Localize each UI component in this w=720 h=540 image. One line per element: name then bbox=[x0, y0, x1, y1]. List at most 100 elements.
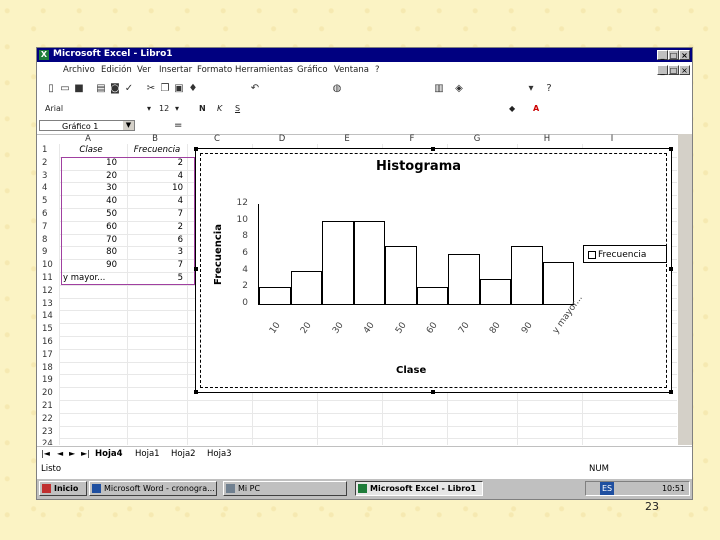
clock[interactable]: 10:51 bbox=[662, 484, 685, 493]
cut-icon[interactable]: ✂ bbox=[145, 83, 157, 95]
font-name-select[interactable]: Arial bbox=[45, 103, 145, 115]
column-header[interactable]: A bbox=[59, 134, 117, 144]
tab-hoja1[interactable]: Hoja1 bbox=[135, 449, 160, 459]
dropdown-icon[interactable]: ▾ bbox=[525, 83, 537, 95]
resize-handle[interactable] bbox=[194, 147, 198, 151]
y-tick-label: 12 bbox=[236, 198, 248, 208]
doc-minimize-button[interactable]: _ bbox=[657, 65, 668, 75]
word-icon bbox=[92, 484, 101, 493]
table-header-cell[interactable]: Frecuencia bbox=[129, 144, 185, 157]
formula-bar: Gráfico 1 ▼ = bbox=[37, 118, 692, 135]
font-size-arrow-icon[interactable]: ▾ bbox=[175, 103, 183, 115]
plot-area[interactable] bbox=[258, 204, 574, 305]
resize-handle[interactable] bbox=[431, 147, 435, 151]
histogram-bar[interactable] bbox=[353, 220, 385, 304]
resize-handle[interactable] bbox=[669, 147, 673, 151]
map-icon[interactable]: ◈ bbox=[453, 83, 465, 95]
spelling-icon[interactable]: ✓ bbox=[123, 83, 135, 95]
histogram-bar[interactable] bbox=[479, 279, 511, 304]
fill-color-icon[interactable]: ◆ bbox=[509, 103, 515, 115]
chart-title[interactable]: Histograma bbox=[376, 159, 461, 174]
name-box[interactable]: Gráfico 1 ▼ bbox=[39, 120, 135, 131]
web-icon[interactable]: ◍ bbox=[331, 83, 343, 95]
histogram-bar[interactable] bbox=[322, 220, 354, 304]
y-tick-label: 4 bbox=[242, 264, 248, 275]
column-header[interactable]: D bbox=[252, 134, 312, 144]
name-box-arrow-icon[interactable]: ▼ bbox=[123, 121, 134, 130]
next-sheet-button[interactable]: ► bbox=[69, 449, 75, 458]
save-icon[interactable]: ■ bbox=[73, 83, 85, 95]
bold-button[interactable]: N bbox=[199, 103, 206, 115]
last-sheet-button[interactable]: ►| bbox=[81, 449, 90, 458]
new-icon[interactable]: ▯ bbox=[45, 83, 57, 95]
column-header[interactable]: G bbox=[447, 134, 507, 144]
language-indicator[interactable]: ES bbox=[600, 482, 615, 495]
histogram-bar[interactable] bbox=[542, 262, 574, 304]
taskbar-mipc-button[interactable]: Mi PC bbox=[223, 481, 347, 496]
undo-icon[interactable]: ↶ bbox=[249, 83, 261, 95]
excel-icon bbox=[358, 484, 367, 493]
taskbar-excel-button[interactable]: Microsoft Excel - Libro1 bbox=[355, 481, 483, 496]
open-icon[interactable]: ▭ bbox=[59, 83, 71, 95]
menu-archivo[interactable]: Archivo bbox=[63, 65, 95, 75]
italic-button[interactable]: K bbox=[217, 103, 222, 115]
font-size-select[interactable]: 12 bbox=[159, 103, 173, 115]
copy-icon[interactable]: ❐ bbox=[159, 83, 171, 95]
paste-icon[interactable]: ▣ bbox=[173, 83, 185, 95]
help-icon[interactable]: ? bbox=[543, 83, 555, 95]
taskbar-word-button[interactable]: Microsoft Word - cronogra... bbox=[89, 481, 217, 496]
column-header[interactable]: H bbox=[517, 134, 577, 144]
menu-help[interactable]: ? bbox=[375, 65, 380, 75]
legend[interactable]: Frecuencia bbox=[583, 245, 667, 263]
menu-grafico[interactable]: Gráfico bbox=[297, 65, 328, 75]
column-header[interactable]: C bbox=[187, 134, 247, 144]
histogram-bar[interactable] bbox=[259, 287, 291, 304]
font-name-arrow-icon[interactable]: ▾ bbox=[147, 103, 155, 115]
menu-ventana[interactable]: Ventana bbox=[334, 65, 369, 75]
vertical-scrollbar[interactable] bbox=[678, 134, 692, 445]
menu-insertar[interactable]: Insertar bbox=[159, 65, 192, 75]
doc-close-button[interactable]: × bbox=[679, 65, 690, 75]
prev-sheet-button[interactable]: ◄ bbox=[57, 449, 63, 458]
resize-handle[interactable] bbox=[669, 390, 673, 394]
format-painter-icon[interactable]: ♦ bbox=[187, 83, 199, 95]
maximize-button[interactable]: □ bbox=[668, 50, 679, 60]
column-header[interactable]: B bbox=[127, 134, 183, 144]
tab-hoja4[interactable]: Hoja4 bbox=[95, 449, 123, 459]
font-color-icon[interactable]: A bbox=[533, 103, 539, 115]
menu-formato[interactable]: Formato bbox=[197, 65, 232, 75]
print-icon[interactable]: ▤ bbox=[95, 83, 107, 95]
menu-ver[interactable]: Ver bbox=[137, 65, 151, 75]
start-button[interactable]: Inicio bbox=[39, 481, 87, 496]
close-button[interactable]: × bbox=[679, 50, 690, 60]
excel-icon[interactable]: X bbox=[39, 50, 49, 60]
minimize-button[interactable]: _ bbox=[657, 50, 668, 60]
histogram-bar[interactable] bbox=[511, 245, 543, 304]
histogram-bar[interactable] bbox=[385, 245, 417, 304]
first-sheet-button[interactable]: |◄ bbox=[41, 449, 50, 458]
menu-edicion[interactable]: Edición bbox=[101, 65, 132, 75]
resize-handle[interactable] bbox=[431, 390, 435, 394]
histogram-bar[interactable] bbox=[416, 287, 448, 304]
resize-handle[interactable] bbox=[194, 267, 198, 271]
column-header[interactable]: I bbox=[582, 134, 642, 144]
tab-hoja2[interactable]: Hoja2 bbox=[171, 449, 196, 459]
formula-equals[interactable]: = bbox=[174, 120, 182, 131]
y-axis-label[interactable]: Frecuencia bbox=[213, 224, 224, 285]
excel-window: X Microsoft Excel - Libro1 _ □ × Archivo… bbox=[36, 47, 693, 500]
underline-button[interactable]: S bbox=[235, 103, 240, 115]
column-header[interactable]: E bbox=[317, 134, 377, 144]
histogram-bar[interactable] bbox=[290, 270, 322, 304]
histogram-bar[interactable] bbox=[448, 254, 480, 304]
x-axis-label[interactable]: Clase bbox=[396, 365, 426, 376]
column-header[interactable]: F bbox=[382, 134, 442, 144]
chart-object[interactable]: Histograma Frecuencia Clase 0 2 4 6 8 10 12 10… bbox=[194, 147, 673, 394]
doc-restore-button[interactable]: □ bbox=[668, 65, 679, 75]
chart-wizard-icon[interactable]: ▥ bbox=[433, 83, 445, 95]
tab-hoja3[interactable]: Hoja3 bbox=[207, 449, 232, 459]
table-header-cell[interactable]: Clase bbox=[63, 144, 119, 157]
resize-handle[interactable] bbox=[669, 267, 673, 271]
preview-icon[interactable]: ◙ bbox=[109, 83, 121, 95]
menu-herramientas[interactable]: Herramientas bbox=[235, 65, 293, 75]
resize-handle[interactable] bbox=[194, 390, 198, 394]
